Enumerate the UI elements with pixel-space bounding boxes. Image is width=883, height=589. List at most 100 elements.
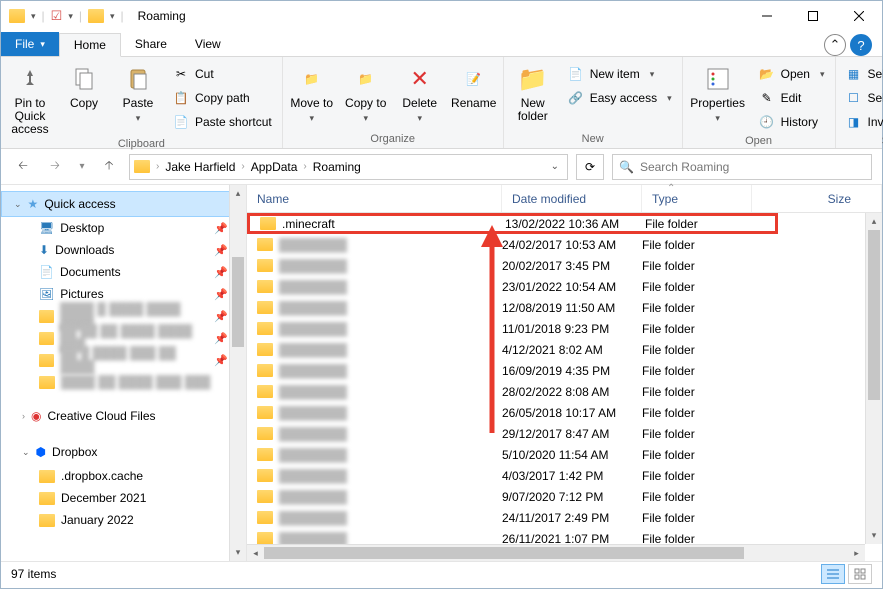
chevron-down-icon[interactable]: ⌄ [14, 199, 22, 210]
icons-view-button[interactable] [848, 564, 872, 584]
easy-access-button[interactable]: 🔗Easy access▾ [564, 87, 676, 109]
copy-to-button[interactable]: 📁Copy to [343, 59, 389, 124]
edit-button[interactable]: ✎Edit [755, 87, 829, 109]
file-type: File folder [642, 280, 772, 294]
select-none-button[interactable]: ☐Select none [842, 87, 883, 109]
file-row[interactable]: .minecraft13/02/2022 10:36 AMFile folder [247, 213, 778, 234]
close-button[interactable] [836, 1, 882, 31]
column-type[interactable]: Type [642, 185, 752, 212]
rename-button[interactable]: 📝Rename [451, 59, 497, 110]
file-tab[interactable]: File▾ [1, 32, 59, 56]
up-button[interactable]: 🡡 [97, 155, 121, 179]
file-row[interactable]: ████████4/03/2017 1:42 PMFile folder [247, 465, 882, 486]
open-button[interactable]: 📂Open▾ [755, 63, 829, 85]
file-row[interactable]: ████████29/12/2017 8:47 AMFile folder [247, 423, 882, 444]
file-row[interactable]: ████████12/08/2019 11:50 AMFile folder [247, 297, 882, 318]
file-row[interactable]: ████████9/07/2020 7:12 PMFile folder [247, 486, 882, 507]
chevron-right-icon[interactable]: › [22, 411, 25, 421]
window-title: Roaming [138, 9, 186, 23]
file-row[interactable]: ████████24/11/2017 2:49 PMFile folder [247, 507, 882, 528]
file-row[interactable]: ████████28/02/2022 8:08 AMFile folder [247, 381, 882, 402]
history-button[interactable]: 🕘History [755, 111, 829, 133]
search-box[interactable]: 🔍 Search Roaming [612, 154, 872, 180]
copy-button[interactable]: Copy [61, 59, 107, 110]
qat-checkbox-icon[interactable]: ☑ [51, 8, 63, 24]
maximize-button[interactable] [790, 1, 836, 31]
file-row[interactable]: ████████4/12/2021 8:02 AMFile folder [247, 339, 882, 360]
chevron-right-icon[interactable]: › [241, 161, 244, 172]
quick-access-header[interactable]: ⌄ ★ Quick access [1, 191, 246, 217]
breadcrumb[interactable]: AppData [247, 160, 302, 174]
folder-icon [257, 301, 273, 314]
desktop-icon: 🖥 [39, 221, 54, 235]
invert-selection-button[interactable]: ◨Invert selection [842, 111, 883, 133]
file-row[interactable]: ████████16/09/2019 4:35 PMFile folder [247, 360, 882, 381]
breadcrumb[interactable]: Jake Harfield [161, 160, 239, 174]
paste-button[interactable]: Paste [115, 59, 161, 124]
column-name[interactable]: Name⌃ [247, 185, 502, 212]
new-folder-button[interactable]: 📁New folder [510, 59, 556, 123]
chevron-down-icon[interactable]: ⌄ [22, 447, 30, 458]
breadcrumb[interactable]: Roaming [309, 160, 365, 174]
folder-icon [257, 427, 273, 440]
address-bar[interactable]: › Jake Harfield › AppData › Roaming ⌄ [129, 154, 568, 180]
nav-downloads[interactable]: ⬇Downloads📌 [1, 239, 246, 261]
file-row[interactable]: ████████5/10/2020 11:54 AMFile folder [247, 444, 882, 465]
nav-recent[interactable]: ████ ██ ████ ███ ███ [1, 371, 246, 393]
view-tab[interactable]: View [181, 32, 235, 56]
qat-folder-icon [9, 9, 25, 23]
file-type: File folder [642, 469, 772, 483]
nav-desktop[interactable]: 🖥Desktop📌 [1, 217, 246, 239]
help-button[interactable]: ? [850, 34, 872, 56]
share-tab[interactable]: Share [121, 32, 181, 56]
horizontal-scrollbar[interactable]: ◂▸ [247, 544, 865, 561]
nav-documents[interactable]: 📄Documents📌 [1, 261, 246, 283]
file-type: File folder [642, 532, 772, 545]
vertical-scrollbar[interactable]: ▴▾ [865, 213, 882, 544]
chevron-right-icon[interactable]: › [303, 161, 306, 172]
recent-locations-button[interactable]: ▾ [75, 155, 89, 179]
back-button[interactable]: 🡠 [11, 155, 35, 179]
chevron-right-icon[interactable]: › [156, 161, 159, 172]
file-row[interactable]: ████████23/01/2022 10:54 AMFile folder [247, 276, 882, 297]
nav-recent[interactable]: ██ █ ████ ███ ██ ████📌 [1, 349, 246, 371]
minimize-button[interactable] [744, 1, 790, 31]
column-date[interactable]: Date modified [502, 185, 642, 212]
refresh-button[interactable]: ⟳ [576, 154, 604, 180]
file-row[interactable]: ████████26/05/2018 10:17 AMFile folder [247, 402, 882, 423]
cut-button[interactable]: ✂Cut [169, 63, 276, 85]
nav-dropbox-item[interactable]: January 2022 [1, 509, 246, 531]
address-dropdown-icon[interactable]: ⌄ [547, 161, 563, 172]
file-row[interactable]: ████████26/11/2021 1:07 PMFile folder [247, 528, 882, 544]
dropbox-header[interactable]: ⌄⬢Dropbox [1, 439, 246, 465]
nav-dropbox-item[interactable]: December 2021 [1, 487, 246, 509]
folder-icon [257, 532, 273, 544]
file-type: File folder [642, 259, 772, 273]
file-list[interactable]: .minecraft13/02/2022 10:36 AMFile folder… [247, 213, 882, 544]
folder-icon [39, 492, 55, 505]
qat-dropdown-icon[interactable]: ▾ [31, 11, 36, 22]
pin-to-quick-access-button[interactable]: Pin to Quick access [7, 59, 53, 136]
copy-path-button[interactable]: 📋Copy path [169, 87, 276, 109]
ribbon-tabs: File▾ Home Share View ⌃ ? [1, 31, 882, 57]
nav-scrollbar[interactable]: ▴▾ [229, 185, 246, 561]
column-size[interactable]: Size [752, 185, 882, 212]
creative-cloud-header[interactable]: ›◉Creative Cloud Files [1, 403, 246, 429]
forward-button[interactable]: 🡢 [43, 155, 67, 179]
properties-button[interactable]: Properties [689, 59, 747, 124]
collapse-ribbon-button[interactable]: ⌃ [824, 34, 846, 56]
select-all-button[interactable]: ▦Select all [842, 63, 883, 85]
details-view-button[interactable] [821, 564, 845, 584]
file-name: ████████ [279, 490, 347, 504]
home-tab[interactable]: Home [59, 33, 121, 57]
move-to-button[interactable]: 📁Move to [289, 59, 335, 124]
file-row[interactable]: ████████20/02/2017 3:45 PMFile folder [247, 255, 882, 276]
new-item-button[interactable]: 📄New item▾ [564, 63, 676, 85]
delete-button[interactable]: ✕Delete [397, 59, 443, 124]
nav-dropbox-item[interactable]: .dropbox.cache [1, 465, 246, 487]
file-row[interactable]: ████████11/01/2018 9:23 PMFile folder [247, 318, 882, 339]
qat-chevron-icon[interactable]: ▾ [110, 11, 115, 22]
qat-dropdown-icon-2[interactable]: ▾ [68, 11, 73, 22]
file-row[interactable]: ████████24/02/2017 10:53 AMFile folder [247, 234, 882, 255]
paste-shortcut-button[interactable]: 📄Paste shortcut [169, 111, 276, 133]
